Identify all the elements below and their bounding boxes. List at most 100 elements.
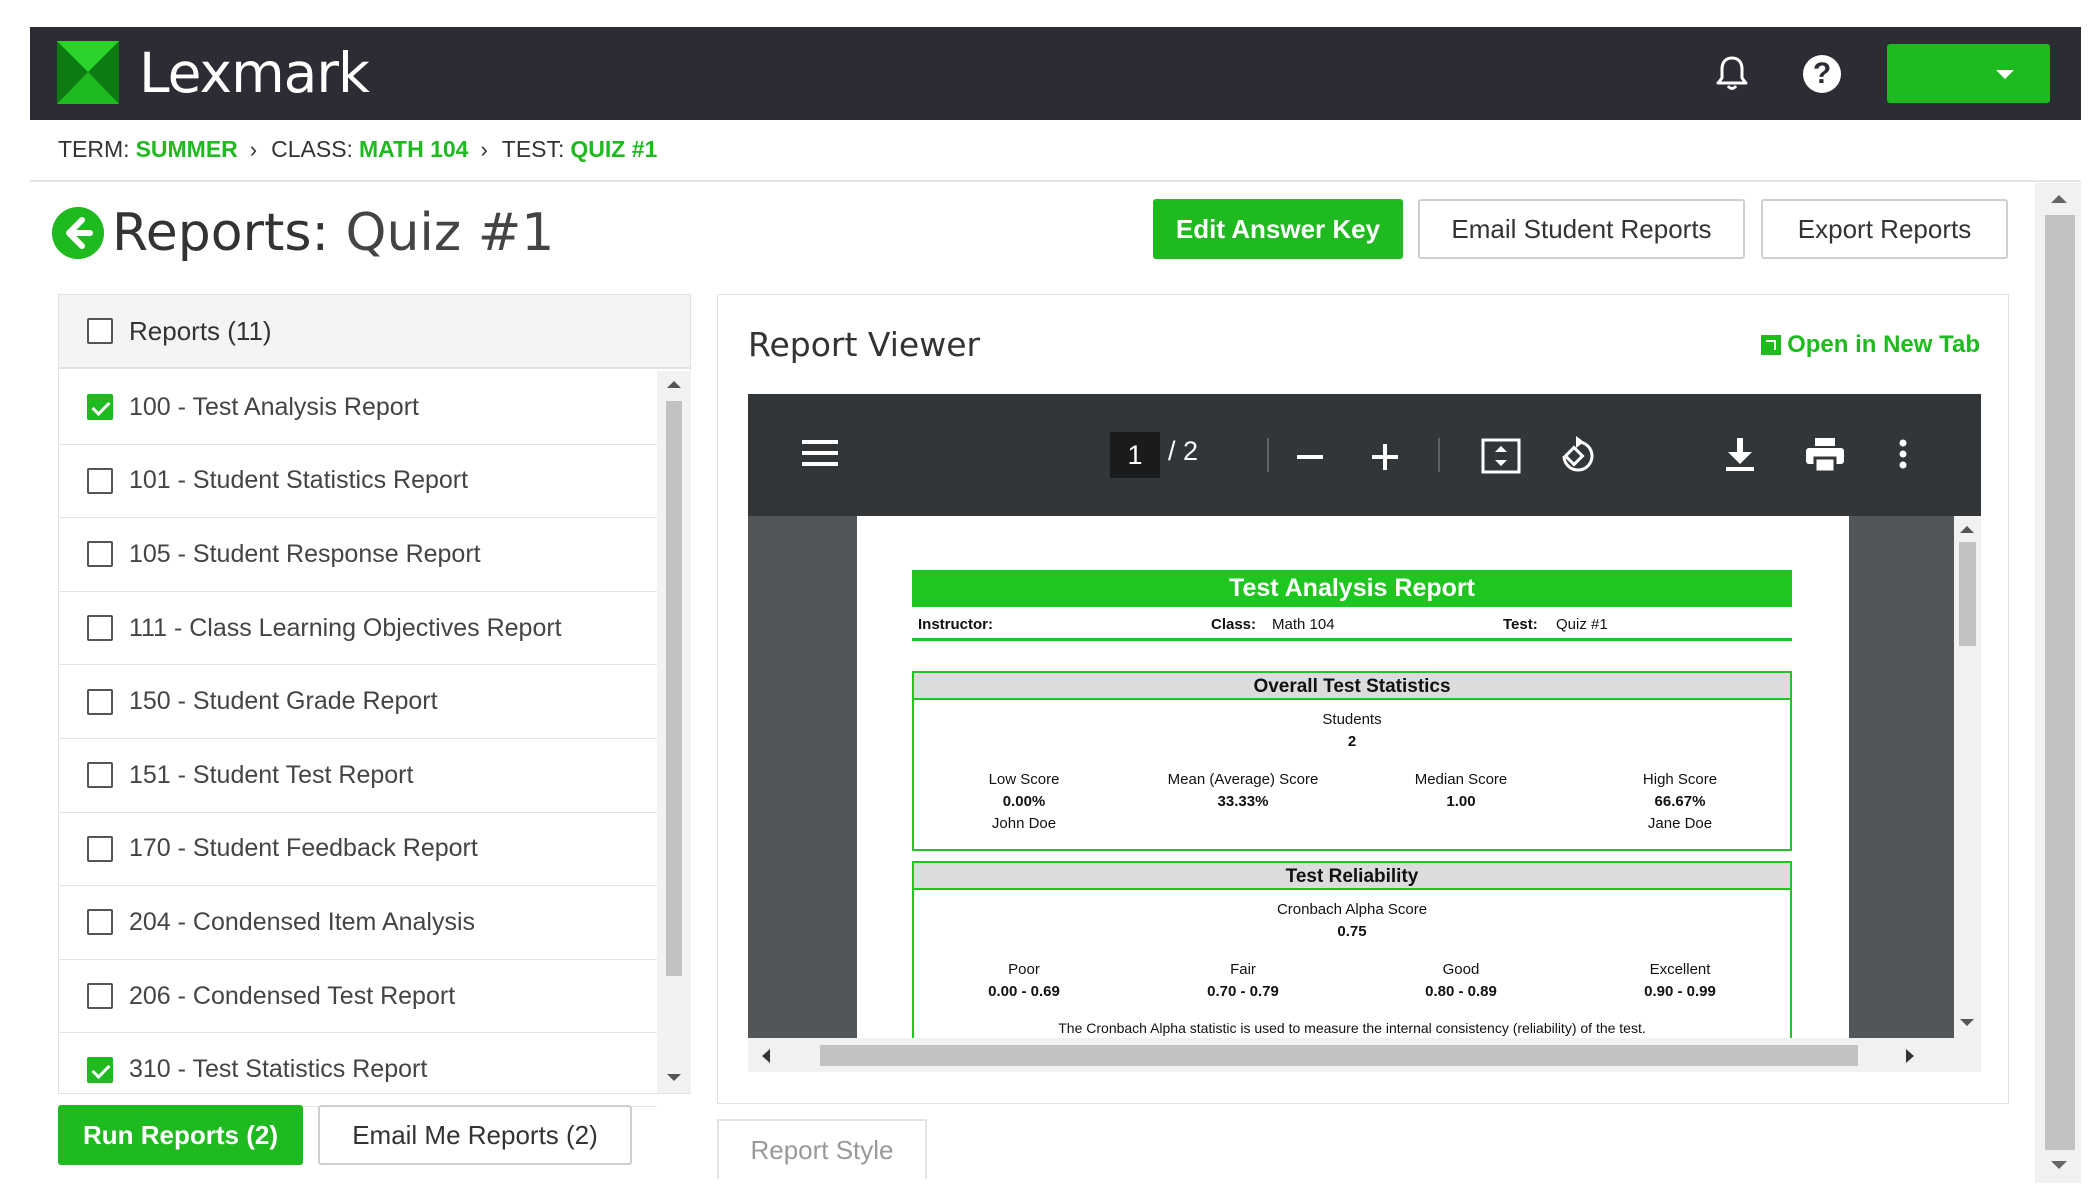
edit-answer-key-button[interactable]: Edit Answer Key xyxy=(1153,199,1403,259)
breadcrumb: TERM: SUMMER › CLASS: MATH 104 › TEST: Q… xyxy=(58,136,657,163)
scroll-right-icon[interactable] xyxy=(1906,1049,1914,1063)
scrollbar-thumb[interactable] xyxy=(1959,542,1976,646)
rotate-icon[interactable] xyxy=(1556,436,1596,476)
report-list-item[interactable]: 101 - Student Statistics Report xyxy=(59,445,657,519)
overall-stats-section: Overall Test Statistics Students 2 Low S… xyxy=(912,671,1792,851)
students-label: Students xyxy=(1322,711,1382,728)
scroll-up-icon[interactable] xyxy=(667,381,681,388)
menu-icon[interactable] xyxy=(802,438,838,468)
median-score-label: Median Score xyxy=(1414,771,1508,788)
report-list-item[interactable]: 151 - Student Test Report xyxy=(59,739,657,813)
cronbach-value: 0.75 xyxy=(1337,923,1367,940)
class-label: Class: xyxy=(1211,616,1257,633)
report-checkbox[interactable] xyxy=(87,688,113,715)
scroll-up-icon[interactable] xyxy=(1960,526,1974,533)
report-checkbox[interactable] xyxy=(87,762,113,789)
reports-header[interactable]: Reports (11) xyxy=(59,295,690,369)
notification-bell-icon[interactable] xyxy=(1712,53,1752,93)
high-score-stat: High Score 66.67% Jane Doe xyxy=(1643,769,1717,835)
tab-report-style[interactable]: Report Style xyxy=(717,1119,927,1179)
report-checkbox[interactable] xyxy=(87,909,113,936)
email-student-reports-button[interactable]: Email Student Reports xyxy=(1418,199,1745,259)
report-list-item[interactable]: 204 - Condensed Item Analysis xyxy=(59,886,657,960)
scroll-up-icon[interactable] xyxy=(2051,195,2067,203)
breadcrumb-term[interactable]: SUMMER xyxy=(136,136,238,163)
report-checkbox[interactable] xyxy=(87,835,113,862)
scrollbar-thumb[interactable] xyxy=(2045,215,2075,1150)
report-checkbox[interactable] xyxy=(87,394,113,421)
report-list-item[interactable]: 206 - Condensed Test Report xyxy=(59,960,657,1034)
page-scrollbar[interactable] xyxy=(2035,183,2081,1183)
class-value: Math 104 xyxy=(1272,616,1335,633)
reports-panel: Reports (11) 100 - Test Analysis Report 1… xyxy=(58,294,691,1107)
page-title-label: Reports: xyxy=(112,203,329,263)
help-icon[interactable]: ? xyxy=(1803,55,1841,93)
reports-count-label: Reports (11) xyxy=(129,315,272,346)
page-number-input[interactable]: 1 xyxy=(1110,432,1160,478)
report-list-item[interactable]: 105 - Student Response Report xyxy=(59,518,657,592)
report-list-item[interactable]: 310 - Test Statistics Report xyxy=(59,1033,657,1107)
fit-page-icon[interactable] xyxy=(1481,438,1521,474)
report-label: 101 - Student Statistics Report xyxy=(129,466,469,495)
pdf-page: Test Analysis Report Instructor: Class: … xyxy=(857,516,1849,1072)
cronbach-label: Cronbach Alpha Score xyxy=(1276,901,1428,918)
print-icon[interactable] xyxy=(1806,438,1844,472)
pdf-horizontal-scrollbar[interactable] xyxy=(748,1038,1981,1072)
report-label: 111 - Class Learning Objectives Report xyxy=(129,613,562,642)
app-header: Lexmark ? xyxy=(30,27,2081,120)
median-score-stat: Median Score 1.00 xyxy=(1415,769,1508,813)
report-list-item[interactable]: 111 - Class Learning Objectives Report xyxy=(59,592,657,666)
zoom-out-icon[interactable] xyxy=(1295,442,1325,472)
test-reliability-section: Test Reliability Cronbach Alpha Score 0.… xyxy=(912,861,1792,1061)
report-label: 105 - Student Response Report xyxy=(129,539,481,568)
good-range: Good 0.80 - 0.89 xyxy=(1425,959,1497,1003)
scroll-down-icon[interactable] xyxy=(2051,1161,2067,1169)
open-in-new-tab-link[interactable]: Open in New Tab xyxy=(1761,331,1980,359)
low-score-stat: Low Score 0.00% John Doe xyxy=(989,769,1060,835)
scroll-down-icon[interactable] xyxy=(667,1074,681,1081)
report-label: 150 - Student Grade Report xyxy=(129,687,438,716)
breadcrumb-term-label: TERM: xyxy=(58,136,130,162)
header-divider xyxy=(30,180,2081,182)
report-list-item[interactable]: 170 - Student Feedback Report xyxy=(59,813,657,887)
run-reports-button[interactable]: Run Reports (2) xyxy=(58,1105,303,1165)
low-score-value: 0.00% xyxy=(1002,793,1046,810)
scrollbar-thumb[interactable] xyxy=(666,401,682,976)
external-link-icon xyxy=(1761,335,1782,355)
good-value: 0.80 - 0.89 xyxy=(1425,983,1497,1000)
report-content: Test Analysis Report Instructor: Class: … xyxy=(912,570,1792,1061)
report-checkbox[interactable] xyxy=(87,541,113,568)
scroll-left-icon[interactable] xyxy=(762,1049,770,1063)
scrollbar-thumb[interactable] xyxy=(820,1045,1858,1066)
zoom-in-icon[interactable] xyxy=(1370,442,1400,472)
user-menu-button[interactable] xyxy=(1887,44,2050,103)
breadcrumb-test[interactable]: QUIZ #1 xyxy=(570,136,657,163)
report-checkbox[interactable] xyxy=(87,983,113,1010)
report-checkbox[interactable] xyxy=(87,1056,113,1083)
low-score-label: Low Score xyxy=(988,771,1060,788)
report-list-item[interactable]: 100 - Test Analysis Report xyxy=(59,371,657,445)
pdf-vertical-scrollbar[interactable] xyxy=(1954,516,1981,1038)
cronbach-note: The Cronbach Alpha statistic is used to … xyxy=(1058,1020,1646,1036)
excellent-range: Excellent 0.90 - 0.99 xyxy=(1644,959,1716,1003)
report-list-item[interactable]: 150 - Student Grade Report xyxy=(59,665,657,739)
select-all-checkbox[interactable] xyxy=(87,318,113,344)
report-checkbox[interactable] xyxy=(87,615,113,642)
more-options-icon[interactable] xyxy=(1898,438,1908,470)
scroll-down-icon[interactable] xyxy=(1960,1019,1974,1026)
poor-value: 0.00 - 0.69 xyxy=(988,983,1060,1000)
page-title-test: Quiz #1 xyxy=(345,203,555,263)
breadcrumb-class-label: CLASS: xyxy=(271,136,353,162)
test-label: Test: xyxy=(1503,616,1538,633)
download-icon[interactable] xyxy=(1724,436,1756,472)
email-me-reports-button[interactable]: Email Me Reports (2) xyxy=(318,1105,632,1165)
test-reliability-title: Test Reliability xyxy=(914,863,1790,890)
back-arrow-icon[interactable] xyxy=(52,207,104,259)
export-reports-button[interactable]: Export Reports xyxy=(1761,199,2008,259)
breadcrumb-class[interactable]: MATH 104 xyxy=(359,136,469,163)
students-value: 2 xyxy=(1347,733,1357,750)
report-checkbox[interactable] xyxy=(87,467,113,494)
report-title: Test Analysis Report xyxy=(912,570,1792,607)
report-list-scrollbar[interactable] xyxy=(657,371,691,1093)
brand-name: Lexmark xyxy=(139,41,370,105)
